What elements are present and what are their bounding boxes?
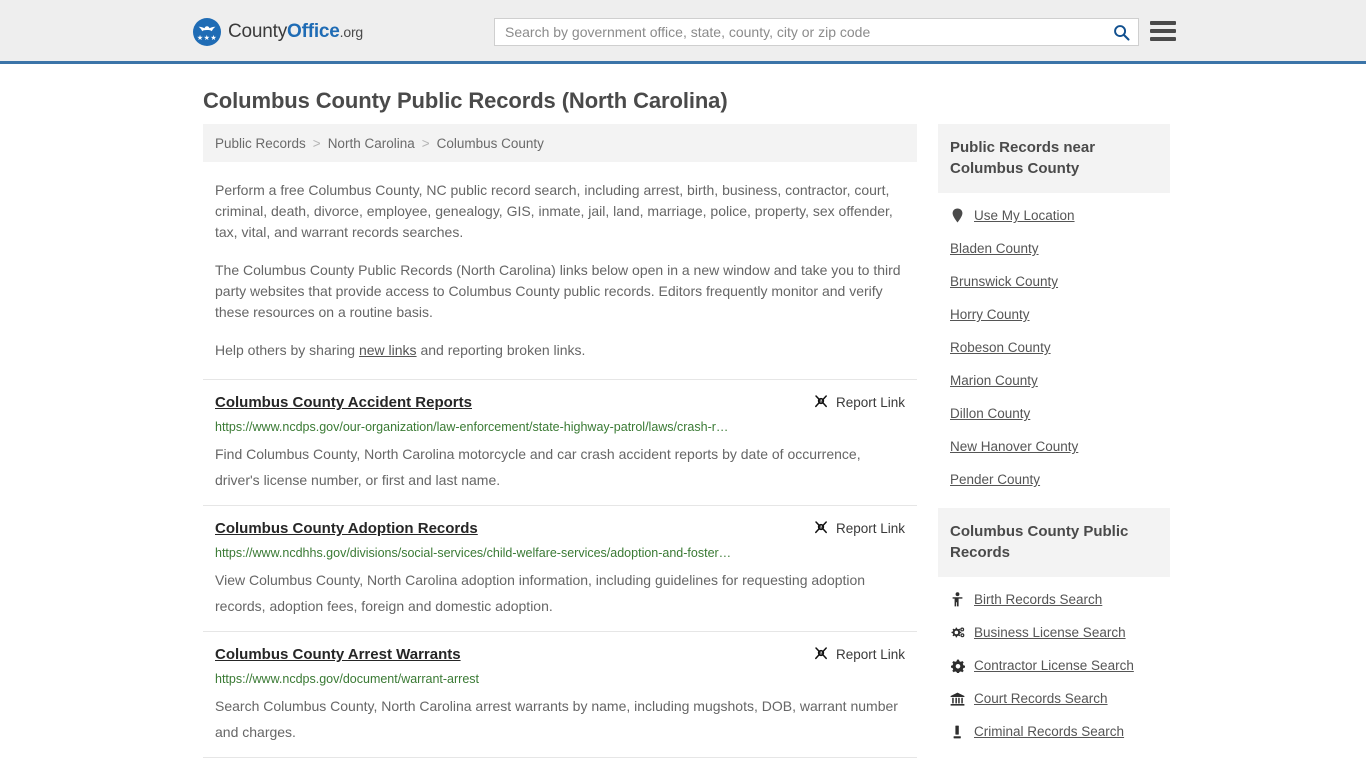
logo-part-office: Office — [287, 21, 340, 42]
result-header: Columbus County Arrest Warrants Report L… — [215, 646, 905, 664]
sidebar-near-box: Public Records near Columbus County Use … — [938, 124, 1170, 496]
result-title-link[interactable]: Columbus County Arrest Warrants — [215, 646, 461, 664]
child-icon — [950, 592, 965, 607]
result-header: Columbus County Accident Reports Report … — [215, 394, 905, 412]
intro-p3-after: and reporting broken links. — [416, 342, 586, 358]
logo-part-tld: .org — [339, 24, 364, 40]
report-link-label: Report Link — [835, 394, 905, 410]
sidebar-near-list: Use My Location Bladen County Brunswick … — [938, 193, 1170, 496]
sidebar-item-brunswick-county[interactable]: Brunswick County — [938, 265, 1170, 298]
report-link-label: Report Link — [835, 520, 905, 536]
sidebar-item-horry-county[interactable]: Horry County — [938, 298, 1170, 331]
sidebar-item-label: Pender County — [950, 472, 1041, 487]
sidebar-item-label: Business License Search — [974, 625, 1126, 640]
sidebar: Public Records near Columbus County Use … — [938, 124, 1170, 760]
sidebar-item-business-license-search[interactable]: Business License Search — [938, 616, 1170, 649]
sidebar-item-bladen-county[interactable]: Bladen County — [938, 232, 1170, 265]
sidebar-item-dillon-county[interactable]: Dillon County — [938, 397, 1170, 430]
sidebar-item-label: Bladen County — [950, 241, 1039, 256]
sidebar-item-label: Contractor License Search — [974, 658, 1134, 673]
sidebar-item-label: Dillon County — [950, 406, 1031, 421]
sidebar-item-birth-records-search[interactable]: Birth Records Search — [938, 583, 1170, 616]
records-link-list: Columbus County Accident Reports Report … — [203, 379, 917, 768]
breadcrumb-item-columbus-county[interactable]: Columbus County — [437, 136, 544, 151]
sidebar-records-box: Columbus County Public Records Birth Rec… — [938, 508, 1170, 748]
breadcrumb-item-public-records[interactable]: Public Records — [215, 136, 306, 151]
sidebar-item-label: Horry County — [950, 307, 1030, 322]
new-links-link[interactable]: new links — [359, 342, 417, 358]
site-logo[interactable]: ★★★ CountyOffice.org — [193, 18, 363, 46]
sidebar-records-list: Birth Records Search Business License Se… — [938, 577, 1170, 748]
county-office-seal-icon: ★★★ — [193, 18, 221, 46]
breadcrumb-separator: > — [312, 135, 321, 151]
sidebar-item-robeson-county[interactable]: Robeson County — [938, 331, 1170, 364]
sidebar-item-label: New Hanover County — [950, 439, 1079, 454]
sidebar-item-label: Birth Records Search — [974, 592, 1103, 607]
broken-link-icon — [815, 521, 827, 534]
search-bar — [494, 18, 1139, 46]
hamburger-menu-button[interactable] — [1150, 18, 1178, 44]
result-description: Search Columbus County, North Carolina a… — [215, 698, 898, 740]
gavel-icon — [950, 725, 965, 739]
sidebar-item-label: Robeson County — [950, 340, 1051, 355]
sidebar-item-court-records-search[interactable]: Court Records Search — [938, 682, 1170, 715]
breadcrumb-item-north-carolina[interactable]: North Carolina — [328, 136, 415, 151]
search-button[interactable] — [1104, 19, 1138, 45]
eagle-icon — [198, 26, 216, 32]
report-link-button[interactable]: Report Link — [801, 394, 905, 410]
broken-link-icon — [815, 647, 827, 660]
result-item: Columbus County Assessment Rolls Report … — [203, 757, 917, 768]
search-input[interactable] — [495, 19, 1104, 45]
sidebar-near-title: Public Records near Columbus County — [938, 124, 1170, 193]
result-url[interactable]: https://www.ncdps.gov/document/warrant-a… — [215, 672, 905, 687]
logo-wordmark: CountyOffice.org — [228, 21, 363, 43]
gear-icon — [950, 659, 965, 673]
site-header: ★★★ CountyOffice.org — [0, 0, 1366, 64]
sidebar-item-label: Court Records Search — [974, 691, 1108, 706]
logo-part-county: County — [228, 21, 288, 42]
search-icon — [1113, 24, 1130, 41]
sidebar-item-new-hanover-county[interactable]: New Hanover County — [938, 430, 1170, 463]
sidebar-item-label: Marion County — [950, 373, 1038, 388]
map-pin-icon — [950, 208, 965, 223]
result-title-link[interactable]: Columbus County Adoption Records — [215, 520, 478, 538]
sidebar-item-use-my-location[interactable]: Use My Location — [938, 199, 1170, 232]
sidebar-records-title: Columbus County Public Records — [938, 508, 1170, 577]
result-header: Columbus County Adoption Records Report … — [215, 520, 905, 538]
sidebar-item-label: Use My Location — [974, 208, 1075, 223]
breadcrumb: Public Records > North Carolina > Columb… — [203, 124, 917, 162]
intro-text: Perform a free Columbus County, NC publi… — [203, 162, 917, 361]
result-url[interactable]: https://www.ncdhhs.gov/divisions/social-… — [215, 546, 905, 561]
result-item: Columbus County Arrest Warrants Report L… — [203, 631, 917, 757]
seal-stars: ★★★ — [196, 35, 218, 42]
hamburger-bar — [1150, 29, 1176, 33]
sidebar-item-criminal-records-search[interactable]: Criminal Records Search — [938, 715, 1170, 748]
courthouse-icon — [950, 692, 965, 706]
result-item: Columbus County Accident Reports Report … — [203, 379, 917, 505]
result-description: View Columbus County, North Carolina ado… — [215, 572, 866, 614]
result-title-link[interactable]: Columbus County Accident Reports — [215, 394, 472, 412]
result-item: Columbus County Adoption Records Report … — [203, 505, 917, 631]
report-link-button[interactable]: Report Link — [801, 646, 905, 662]
sidebar-item-label: Criminal Records Search — [974, 724, 1125, 739]
intro-paragraph-3: Help others by sharing new links and rep… — [203, 323, 917, 361]
intro-paragraph-2: The Columbus County Public Records (Nort… — [215, 262, 901, 320]
page-title: Columbus County Public Records (North Ca… — [203, 88, 728, 113]
hamburger-bar — [1150, 37, 1176, 41]
intro-paragraph-1: Perform a free Columbus County, NC publi… — [215, 182, 893, 240]
gears-icon — [950, 626, 965, 640]
report-link-button[interactable]: Report Link — [801, 520, 905, 536]
sidebar-item-label: Brunswick County — [950, 274, 1059, 289]
intro-p3-before: Help others by sharing — [215, 342, 359, 358]
result-url[interactable]: https://www.ncdps.gov/our-organization/l… — [215, 420, 905, 435]
breadcrumb-separator: > — [421, 135, 430, 151]
sidebar-item-marion-county[interactable]: Marion County — [938, 364, 1170, 397]
report-link-label: Report Link — [835, 646, 905, 662]
sidebar-item-pender-county[interactable]: Pender County — [938, 463, 1170, 496]
result-description: Find Columbus County, North Carolina mot… — [215, 446, 861, 488]
hamburger-bar — [1150, 21, 1176, 25]
broken-link-icon — [815, 395, 827, 408]
main-content-column: Public Records > North Carolina > Columb… — [203, 124, 917, 768]
sidebar-item-contractor-license-search[interactable]: Contractor License Search — [938, 649, 1170, 682]
